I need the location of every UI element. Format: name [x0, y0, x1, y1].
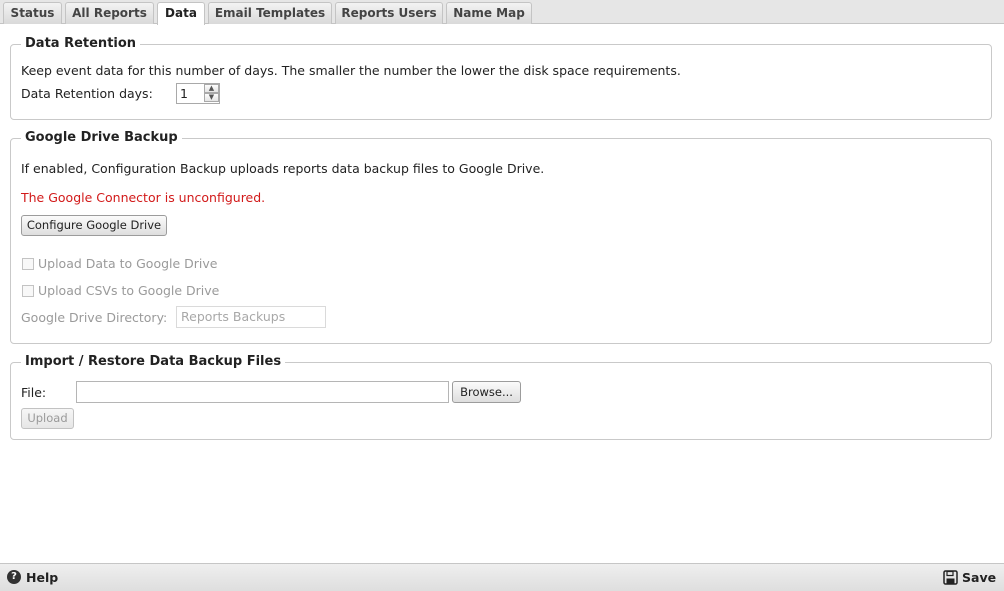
upload-csvs-label: Upload CSVs to Google Drive	[38, 283, 220, 298]
upload-csvs-checkbox[interactable]	[22, 285, 34, 297]
import-restore-legend: Import / Restore Data Backup Files	[21, 354, 286, 370]
retention-days-spinner[interactable]: 1 ▲ ▼	[176, 83, 220, 104]
help-icon[interactable]: ?	[7, 570, 21, 584]
google-drive-directory-label: Google Drive Directory:	[21, 310, 168, 325]
tab-email-templates[interactable]: Email Templates	[208, 2, 332, 24]
save-icon[interactable]	[943, 570, 958, 585]
tab-name-map[interactable]: Name Map	[446, 2, 532, 24]
configure-google-drive-button[interactable]: Configure Google Drive	[21, 215, 167, 236]
data-retention-legend: Data Retention	[21, 36, 141, 52]
google-drive-backup-section: Google Drive Backup If enabled, Configur…	[10, 130, 992, 344]
upload-button[interactable]: Upload	[21, 408, 74, 429]
retention-days-value[interactable]: 1	[180, 86, 188, 101]
google-connector-error: The Google Connector is unconfigured.	[21, 190, 266, 205]
google-drive-description: If enabled, Configuration Backup uploads…	[21, 161, 545, 176]
save-button[interactable]: Save	[962, 570, 996, 585]
file-label: File:	[21, 385, 47, 400]
bottom-toolbar: ? Help Save	[0, 563, 1004, 591]
help-button[interactable]: Help	[26, 570, 58, 585]
spin-down-icon[interactable]: ▼	[204, 93, 219, 102]
tab-bar: Status All Reports Data Email Templates …	[0, 0, 1004, 25]
tab-status[interactable]: Status	[3, 2, 62, 24]
browse-button[interactable]: Browse...	[452, 381, 521, 403]
google-drive-legend: Google Drive Backup	[21, 130, 182, 146]
retention-days-label: Data Retention days:	[21, 86, 153, 101]
data-retention-section: Data Retention Keep event data for this …	[10, 36, 992, 120]
upload-data-label: Upload Data to Google Drive	[38, 256, 218, 271]
import-restore-section: Import / Restore Data Backup Files File:…	[10, 354, 992, 440]
google-drive-directory-input[interactable]: Reports Backups	[176, 306, 326, 328]
tab-all-reports[interactable]: All Reports	[65, 2, 154, 24]
spin-up-icon[interactable]: ▲	[204, 84, 219, 93]
retention-description: Keep event data for this number of days.…	[21, 63, 681, 78]
tab-data[interactable]: Data	[157, 2, 205, 25]
upload-data-checkbox[interactable]	[22, 258, 34, 270]
file-path-input[interactable]	[76, 381, 449, 403]
tab-reports-users[interactable]: Reports Users	[335, 2, 443, 24]
